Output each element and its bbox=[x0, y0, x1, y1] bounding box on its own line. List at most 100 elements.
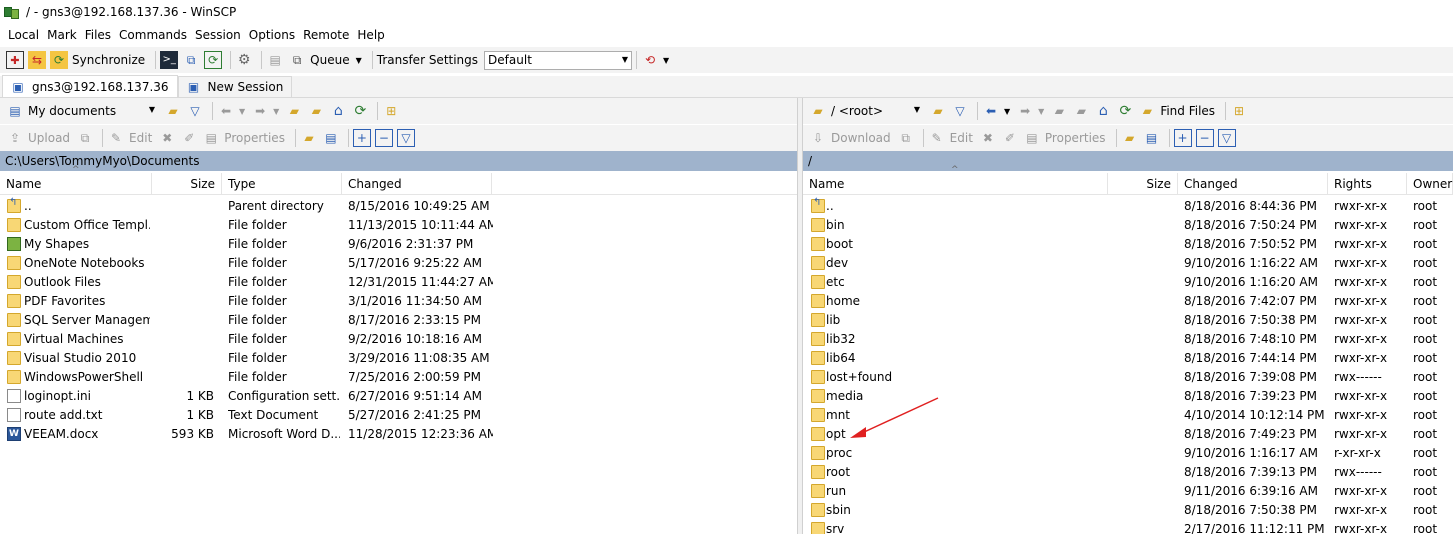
menu-help[interactable]: Help bbox=[357, 28, 384, 42]
file-row[interactable]: route add.txt 1 KB Text Document 5/27/2016 … bbox=[0, 406, 797, 425]
properties-button[interactable]: Properties bbox=[224, 131, 285, 145]
file-row[interactable]: lib 8/18/2016 7:50:38 PM rwxr-xr-x root bbox=[803, 311, 1453, 330]
filter-icon[interactable]: ▽ bbox=[186, 102, 204, 120]
file-row[interactable]: Custom Office Templ... File folder 11/13/2… bbox=[0, 216, 797, 235]
forward-arrow-icon[interactable]: ➡ bbox=[1016, 102, 1034, 120]
compare-directories-icon[interactable]: ✚ bbox=[6, 51, 24, 69]
column-size[interactable]: Size bbox=[1108, 173, 1178, 195]
delete-icon[interactable]: ✖ bbox=[979, 129, 997, 147]
parent-directory-icon[interactable]: ▰ bbox=[1050, 102, 1068, 120]
select-all-plus-icon[interactable]: + bbox=[1173, 129, 1192, 147]
column-type[interactable]: Type bbox=[222, 173, 342, 195]
back-dropdown-icon[interactable]: ▼ bbox=[1004, 107, 1010, 116]
menu-remote[interactable]: Remote bbox=[303, 28, 349, 42]
file-row[interactable]: lib64 8/18/2016 7:44:14 PM rwxr-xr-x root bbox=[803, 349, 1453, 368]
open-folder-icon[interactable]: ▰ bbox=[164, 102, 182, 120]
file-row[interactable]: WindowsPowerShell File folder 7/25/2016 2:… bbox=[0, 368, 797, 387]
new-folder-icon[interactable]: ▰ bbox=[300, 129, 318, 147]
console-icon[interactable]: >_ bbox=[160, 51, 179, 69]
file-row[interactable]: .. Parent directory 8/15/2016 10:49:25 AM bbox=[0, 197, 797, 216]
tree-view-icon[interactable]: ⊞ bbox=[1230, 102, 1248, 120]
unselect-minus-icon[interactable]: − bbox=[374, 129, 393, 147]
local-location-select[interactable]: My documents ▼ bbox=[28, 102, 158, 121]
queue-icon[interactable]: ⧉ bbox=[288, 51, 306, 69]
column-name[interactable]: Name bbox=[803, 173, 1108, 195]
file-row[interactable]: mnt 4/10/2014 10:12:14 PM rwxr-xr-x root bbox=[803, 406, 1453, 425]
back-arrow-icon[interactable]: ⬅ bbox=[982, 102, 1000, 120]
column-size[interactable]: Size bbox=[152, 173, 222, 195]
open-folder-icon[interactable]: ▰ bbox=[929, 102, 947, 120]
column-name[interactable]: Name bbox=[0, 173, 152, 195]
synchronize-browsing-icon[interactable]: ⇆ bbox=[28, 51, 46, 69]
refresh-icon[interactable]: ⟳ bbox=[351, 102, 369, 120]
file-row[interactable]: OneNote Notebooks File folder 5/17/2016 9:… bbox=[0, 254, 797, 273]
file-row[interactable]: dev 9/10/2016 1:16:22 AM rwxr-xr-x root bbox=[803, 254, 1453, 273]
file-row[interactable]: boot 8/18/2016 7:50:52 PM rwxr-xr-x root bbox=[803, 235, 1453, 254]
forward-arrow-icon[interactable]: ➡ bbox=[251, 102, 269, 120]
file-row[interactable]: home 8/18/2016 7:42:07 PM rwxr-xr-x root bbox=[803, 292, 1453, 311]
file-row[interactable]: My Shapes File folder 9/6/2016 2:31:37 PM bbox=[0, 235, 797, 254]
file-row[interactable]: SQL Server Managem... File folder 8/17/201… bbox=[0, 311, 797, 330]
file-row[interactable]: sbin 8/18/2016 7:50:38 PM rwxr-xr-x root bbox=[803, 501, 1453, 520]
edit-button[interactable]: Edit bbox=[950, 131, 973, 145]
column-rights[interactable]: Rights bbox=[1328, 173, 1407, 195]
filter-select-icon[interactable]: ▽ bbox=[396, 129, 415, 147]
refresh-icon[interactable]: ⟳ bbox=[1116, 102, 1134, 120]
forward-dropdown-icon[interactable]: ▼ bbox=[1038, 107, 1044, 116]
unselect-minus-icon[interactable]: − bbox=[1195, 129, 1214, 147]
file-row[interactable]: media 8/18/2016 7:39:23 PM rwxr-xr-x root bbox=[803, 387, 1453, 406]
file-row[interactable]: srv 2/17/2016 11:12:11 PM rwxr-xr-x root bbox=[803, 520, 1453, 534]
file-row[interactable]: etc 9/10/2016 1:16:20 AM rwxr-xr-x root bbox=[803, 273, 1453, 292]
new-file-icon[interactable]: ▤ bbox=[322, 129, 340, 147]
file-row[interactable]: root 8/18/2016 7:39:13 PM rwx------ root bbox=[803, 463, 1453, 482]
new-window-icon[interactable]: ⟳ bbox=[204, 51, 223, 69]
filter-icon[interactable]: ▽ bbox=[951, 102, 969, 120]
file-row[interactable]: lib32 8/18/2016 7:48:10 PM rwxr-xr-x root bbox=[803, 330, 1453, 349]
back-arrow-icon[interactable]: ⬅ bbox=[217, 102, 235, 120]
file-row[interactable]: W VEEAM.docx 593 KB Microsoft Word D... 11/2… bbox=[0, 425, 797, 444]
filter-select-icon[interactable]: ▽ bbox=[1217, 129, 1236, 147]
new-folder-icon[interactable]: ▰ bbox=[1121, 129, 1139, 147]
download-button[interactable]: Download bbox=[831, 131, 891, 145]
menu-session[interactable]: Session bbox=[195, 28, 241, 42]
preferences-gear-icon[interactable]: ⚙ bbox=[235, 51, 253, 69]
tab-session-gns3[interactable]: ▣ gns3@192.168.137.36 bbox=[2, 75, 178, 97]
menu-local[interactable]: Local bbox=[8, 28, 39, 42]
file-row[interactable]: lost+found 8/18/2016 7:39:08 PM rwx------ r… bbox=[803, 368, 1453, 387]
root-directory-icon[interactable]: ▰ bbox=[307, 102, 325, 120]
new-file-icon[interactable]: ▤ bbox=[1143, 129, 1161, 147]
file-row[interactable]: PDF Favorites File folder 3/1/2016 11:34:5… bbox=[0, 292, 797, 311]
putty-icon[interactable]: ⧉ bbox=[182, 51, 200, 69]
file-row[interactable]: Visual Studio 2010 File folder 3/29/2016 1… bbox=[0, 349, 797, 368]
menu-files[interactable]: Files bbox=[85, 28, 111, 42]
properties-button[interactable]: Properties bbox=[1045, 131, 1106, 145]
file-row[interactable]: loginopt.ini 1 KB Configuration sett... 6/2… bbox=[0, 387, 797, 406]
synchronize-button[interactable]: Synchronize bbox=[72, 53, 145, 67]
remote-location-select[interactable]: / <root> ▼ bbox=[831, 102, 923, 121]
file-row[interactable]: Virtual Machines File folder 9/2/2016 10:1… bbox=[0, 330, 797, 349]
home-icon[interactable]: ⌂ bbox=[1094, 102, 1112, 120]
file-row[interactable]: Outlook Files File folder 12/31/2015 11:44… bbox=[0, 273, 797, 292]
queue-dropdown-icon[interactable]: ▼ bbox=[356, 56, 362, 65]
tree-view-icon[interactable]: ⊞ bbox=[382, 102, 400, 120]
forward-dropdown-icon[interactable]: ▼ bbox=[273, 107, 279, 116]
rename-icon[interactable]: ✐ bbox=[1001, 129, 1019, 147]
synchronize-icon[interactable]: ⟳ bbox=[50, 51, 68, 69]
column-changed[interactable]: Changed bbox=[342, 173, 492, 195]
file-row[interactable]: run 9/11/2016 6:39:16 AM rwxr-xr-x root bbox=[803, 482, 1453, 501]
select-all-plus-icon[interactable]: + bbox=[352, 129, 371, 147]
delete-icon[interactable]: ✖ bbox=[158, 129, 176, 147]
root-directory-icon[interactable]: ▰ bbox=[1072, 102, 1090, 120]
back-dropdown-icon[interactable]: ▼ bbox=[239, 107, 245, 116]
menu-mark[interactable]: Mark bbox=[47, 28, 77, 42]
file-row[interactable]: .. 8/18/2016 8:44:36 PM rwxr-xr-x root bbox=[803, 197, 1453, 216]
menu-commands[interactable]: Commands bbox=[119, 28, 187, 42]
upload-button[interactable]: Upload bbox=[28, 131, 70, 145]
file-row[interactable]: bin 8/18/2016 7:50:24 PM rwxr-xr-x root bbox=[803, 216, 1453, 235]
file-row[interactable]: proc 9/10/2016 1:16:17 AM r-xr-xr-x root bbox=[803, 444, 1453, 463]
reconnect-dropdown-icon[interactable]: ▼ bbox=[663, 56, 669, 65]
menu-options[interactable]: Options bbox=[249, 28, 295, 42]
home-icon[interactable]: ⌂ bbox=[329, 102, 347, 120]
parent-directory-icon[interactable]: ▰ bbox=[285, 102, 303, 120]
queue-clipboard-icon[interactable]: ▤ bbox=[266, 51, 284, 69]
